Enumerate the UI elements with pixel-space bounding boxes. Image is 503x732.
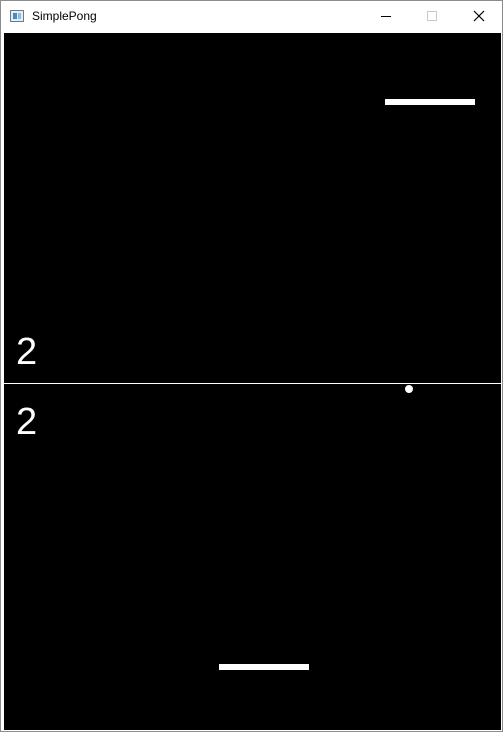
bottom-paddle (219, 664, 309, 670)
maximize-icon (427, 11, 437, 21)
app-icon (10, 10, 24, 22)
maximize-button[interactable] (409, 1, 455, 32)
ball (405, 385, 413, 393)
title-bar[interactable]: SimplePong (1, 1, 502, 32)
app-window: SimplePong 2 2 (0, 0, 503, 732)
close-icon (473, 10, 485, 22)
close-button[interactable] (455, 1, 501, 32)
center-line (4, 383, 501, 384)
top-paddle (385, 99, 475, 105)
game-canvas[interactable]: 2 2 (4, 33, 501, 730)
top-player-score: 2 (16, 331, 38, 373)
minimize-button[interactable] (363, 1, 409, 32)
minimize-icon (381, 16, 391, 17)
window-title: SimplePong (32, 9, 97, 23)
bottom-player-score: 2 (16, 401, 38, 443)
